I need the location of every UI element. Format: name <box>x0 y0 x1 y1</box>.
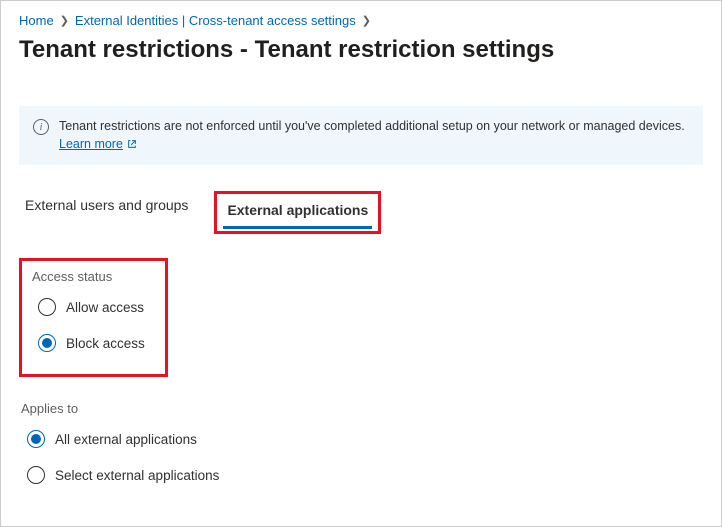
tab-external-users-groups[interactable]: External users and groups <box>21 191 192 234</box>
radio-block-access[interactable]: Block access <box>38 334 145 352</box>
radio-icon <box>27 430 45 448</box>
page-title: Tenant restrictions - Tenant restriction… <box>19 36 703 64</box>
radio-allow-access-label: Allow access <box>66 300 144 315</box>
chevron-right-icon: ❯ <box>60 14 69 27</box>
radio-select-external-applications[interactable]: Select external applications <box>27 466 703 484</box>
radio-all-external-applications[interactable]: All external applications <box>27 430 703 448</box>
breadcrumb-home[interactable]: Home <box>19 13 54 28</box>
tab-external-applications[interactable]: External applications <box>223 196 372 229</box>
breadcrumb-external-identities[interactable]: External Identities | Cross-tenant acces… <box>75 13 356 28</box>
breadcrumb: Home ❯ External Identities | Cross-tenan… <box>19 13 703 28</box>
info-banner: i Tenant restrictions are not enforced u… <box>19 106 703 165</box>
learn-more-label: Learn more <box>59 136 123 154</box>
radio-icon <box>27 466 45 484</box>
highlight-access-status: Access status Allow access Block access <box>19 258 168 377</box>
learn-more-link[interactable]: Learn more <box>59 136 137 154</box>
radio-select-external-applications-label: Select external applications <box>55 468 219 483</box>
radio-all-external-applications-label: All external applications <box>55 432 197 447</box>
applies-to-group: All external applications Select externa… <box>27 430 703 484</box>
radio-allow-access[interactable]: Allow access <box>38 298 145 316</box>
chevron-right-icon: ❯ <box>362 14 371 27</box>
highlight-external-applications-tab: External applications <box>214 191 381 234</box>
access-status-group: Allow access Block access <box>38 298 145 352</box>
info-banner-text: Tenant restrictions are not enforced unt… <box>59 119 685 133</box>
external-link-icon <box>127 139 137 149</box>
info-icon: i <box>33 119 49 135</box>
radio-block-access-label: Block access <box>66 336 145 351</box>
info-banner-message: Tenant restrictions are not enforced unt… <box>59 118 685 153</box>
tabs: External users and groups External appli… <box>21 191 703 234</box>
applies-to-label: Applies to <box>21 401 703 416</box>
radio-icon <box>38 334 56 352</box>
applies-to-section: Applies to All external applications Sel… <box>21 401 703 484</box>
radio-icon <box>38 298 56 316</box>
access-status-label: Access status <box>32 269 145 284</box>
